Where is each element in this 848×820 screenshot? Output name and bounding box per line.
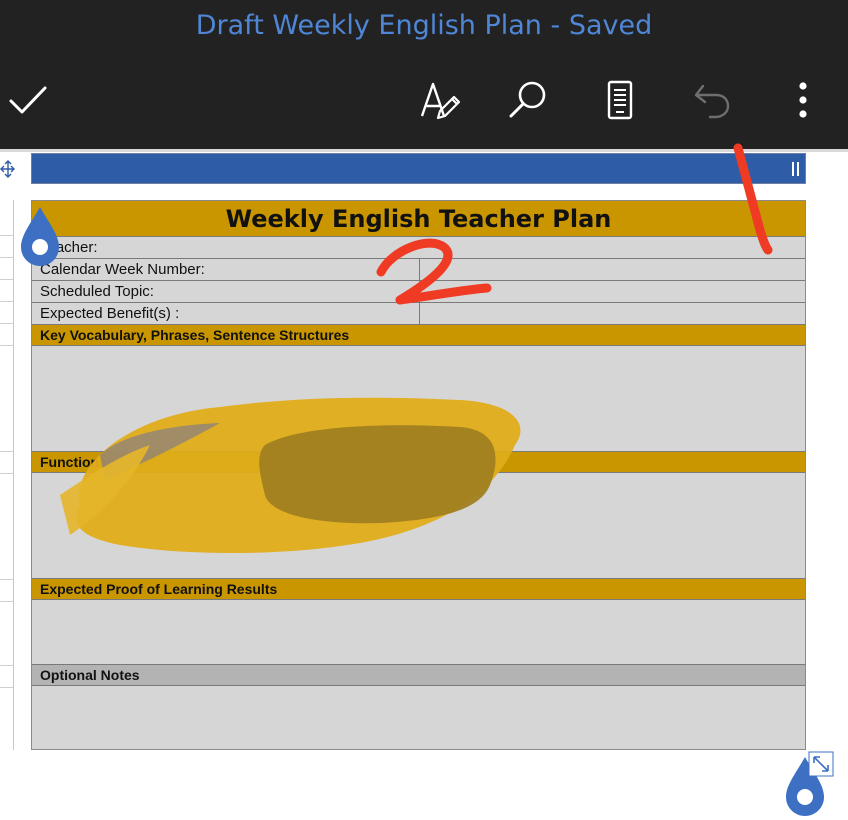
section-header[interactable]: Key Vocabulary, Phrases, Sentence Struct… <box>32 324 805 346</box>
find-button[interactable] <box>502 74 554 126</box>
more-vertical-icon <box>799 82 807 118</box>
section-header[interactable]: Expected Proof of Learning Results <box>32 578 805 600</box>
selected-row-band[interactable] <box>31 153 806 184</box>
toolbar-divider <box>0 149 848 152</box>
selection-start-handle[interactable] <box>19 205 61 267</box>
field-label: Scheduled Topic: <box>40 283 154 300</box>
field-column-divider <box>419 259 420 325</box>
field-label: Calendar Week Number: <box>40 261 205 278</box>
field-label: Expected Benefit(s) : <box>40 305 180 322</box>
redaction-scribble <box>60 397 521 553</box>
pen-format-icon <box>420 82 460 120</box>
move-table-icon[interactable] <box>0 157 16 181</box>
adjacent-column-cells <box>0 200 14 750</box>
undo-icon <box>694 84 730 119</box>
document-title: Draft Weekly English Plan - Saved <box>0 0 848 52</box>
resize-table-icon[interactable] <box>808 751 834 777</box>
format-button[interactable] <box>412 74 464 126</box>
field-row[interactable]: Teacher: <box>32 237 805 259</box>
checkmark-icon <box>9 86 47 114</box>
done-button[interactable] <box>2 74 54 126</box>
toolbar <box>0 52 848 149</box>
more-button[interactable] <box>777 74 829 126</box>
mobile-view-icon <box>607 80 633 120</box>
view-button[interactable] <box>594 74 646 126</box>
section-header[interactable]: Optional Notes <box>32 664 805 686</box>
undo-button[interactable] <box>686 74 738 126</box>
plan-title[interactable]: Weekly English Teacher Plan <box>32 201 805 237</box>
column-grip-icon[interactable] <box>792 162 799 176</box>
search-icon <box>509 81 546 118</box>
